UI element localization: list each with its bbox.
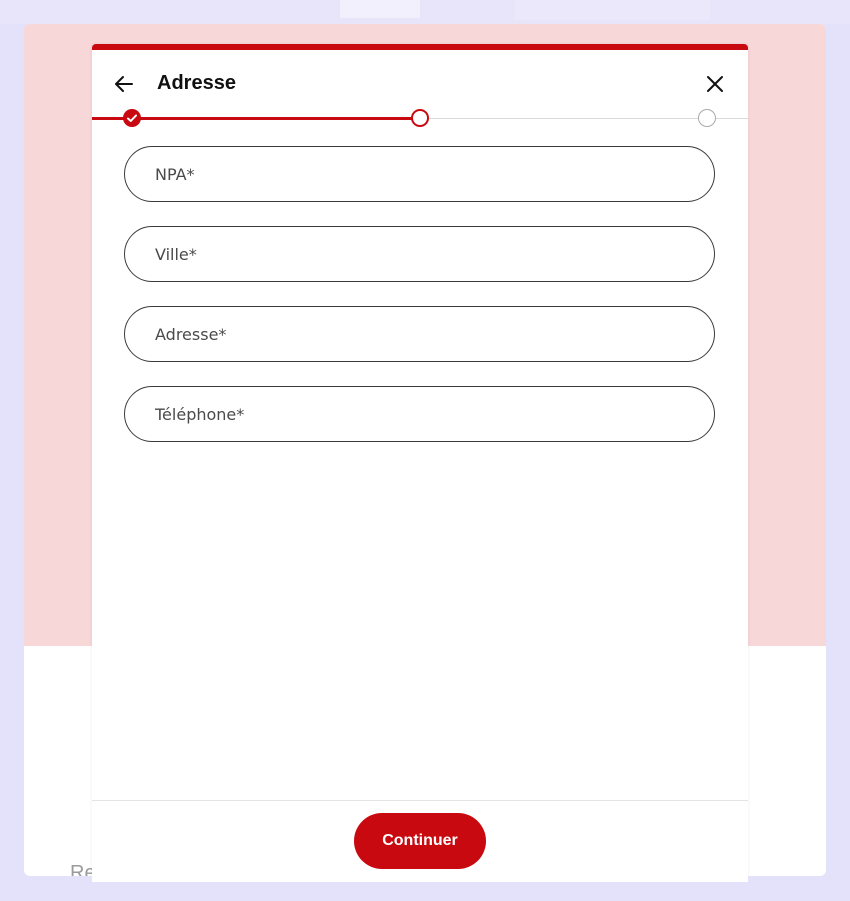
top-strip-block xyxy=(515,0,710,20)
top-strip-block xyxy=(340,0,420,18)
ville-input[interactable] xyxy=(126,228,713,280)
telephone-field[interactable] xyxy=(124,386,715,442)
progress-stepper xyxy=(92,106,748,130)
modal-title: Adresse xyxy=(157,72,236,94)
address-modal: Adresse Continuer xyxy=(92,44,748,882)
step-current xyxy=(411,109,429,127)
check-icon xyxy=(127,114,137,122)
npa-field[interactable] xyxy=(124,146,715,202)
adresse-input[interactable] xyxy=(126,308,713,360)
modal-footer: Continuer xyxy=(92,800,748,882)
modal-header: Adresse xyxy=(92,50,748,112)
browser-top-strip xyxy=(0,0,850,24)
continue-button[interactable]: Continuer xyxy=(354,813,486,869)
stepper-progress xyxy=(92,117,420,120)
npa-input[interactable] xyxy=(126,148,713,200)
address-form xyxy=(124,146,716,466)
ville-field[interactable] xyxy=(124,226,715,282)
close-button[interactable] xyxy=(703,72,727,96)
adresse-field[interactable] xyxy=(124,306,715,362)
step-completed xyxy=(123,109,141,127)
step-upcoming xyxy=(698,109,716,127)
back-button[interactable] xyxy=(112,72,136,96)
telephone-input[interactable] xyxy=(126,388,713,440)
close-icon xyxy=(707,76,723,92)
arrow-left-icon xyxy=(115,76,133,92)
